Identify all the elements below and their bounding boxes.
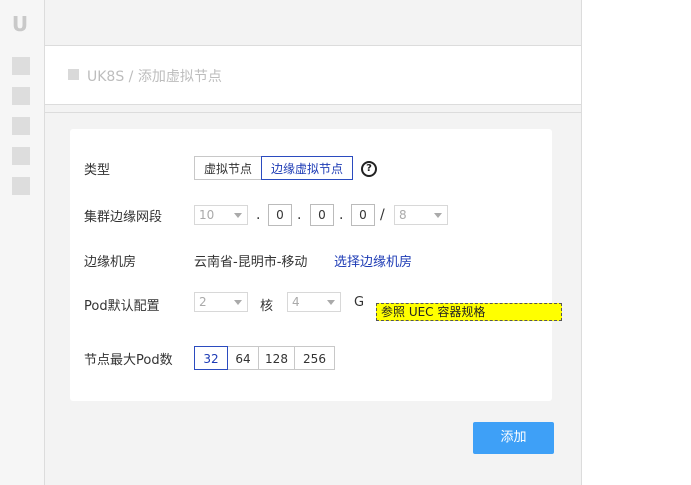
max-pods-option-128[interactable]: 128 <box>258 346 295 370</box>
max-pods-label: 节点最大Pod数 <box>84 353 173 368</box>
subnet-label: 集群边缘网段 <box>84 210 163 225</box>
divider <box>45 112 581 113</box>
subnet-octet-2-input[interactable]: 0 <box>268 204 292 226</box>
subnet-first-octet-select[interactable]: 10 <box>194 205 248 225</box>
slash-separator: / <box>380 207 385 223</box>
form-card: 类型 虚拟节点 边缘虚拟节点 ? 集群边缘网段 10 . 0 . 0 . 0 /… <box>70 129 562 401</box>
type-label: 类型 <box>84 163 111 178</box>
chevron-down-icon <box>434 213 442 218</box>
type-option-virtual-node[interactable]: 虚拟节点 <box>194 156 262 180</box>
max-pods-option-64[interactable]: 64 <box>227 346 259 370</box>
top-header <box>45 0 581 46</box>
pod-mem-value: 4 <box>292 295 300 309</box>
dot-separator: . <box>339 207 344 223</box>
subnet-mask-value: 8 <box>399 208 407 222</box>
main-area: UK8S / 添加虚拟节点 类型 虚拟节点 边缘虚拟节点 ? 集群边缘网段 10… <box>45 0 582 485</box>
sidebar-item-2[interactable] <box>12 87 30 105</box>
chevron-down-icon <box>234 213 242 218</box>
sidebar-item-1[interactable] <box>12 57 30 75</box>
chevron-down-icon <box>234 300 242 305</box>
type-option-edge-virtual-node[interactable]: 边缘虚拟节点 <box>261 156 353 180</box>
chevron-down-icon <box>327 300 335 305</box>
breadcrumb-icon <box>68 69 79 80</box>
subnet-octet-3-input[interactable]: 0 <box>310 204 334 226</box>
cpu-unit: 核 <box>260 299 274 314</box>
pod-config-label: Pod默认配置 <box>84 299 160 314</box>
sidebar: U <box>0 0 45 485</box>
mem-unit: G <box>354 295 365 310</box>
pod-cpu-select[interactable]: 2 <box>194 292 248 312</box>
sidebar-item-5[interactable] <box>12 177 30 195</box>
select-edge-room-link[interactable]: 选择边缘机房 <box>334 251 412 270</box>
sidebar-item-4[interactable] <box>12 147 30 165</box>
type-selector: 虚拟节点 边缘虚拟节点 <box>194 156 353 180</box>
pod-cpu-value: 2 <box>199 295 207 309</box>
sidebar-item-3[interactable] <box>12 117 30 135</box>
subnet-mask-select[interactable]: 8 <box>394 205 448 225</box>
pod-mem-select[interactable]: 4 <box>287 292 341 312</box>
edge-room-value: 云南省-昆明市-移动 <box>194 255 308 270</box>
breadcrumb-bar: UK8S / 添加虚拟节点 <box>45 46 581 105</box>
subnet-octet-4-input[interactable]: 0 <box>351 204 375 226</box>
max-pods-option-32[interactable]: 32 <box>194 346 228 370</box>
subnet-first-octet-value: 10 <box>199 208 215 222</box>
breadcrumb: UK8S / 添加虚拟节点 <box>87 69 222 85</box>
max-pods-selector: 32 64 128 256 <box>194 346 335 370</box>
max-pods-option-256[interactable]: 256 <box>294 346 335 370</box>
dot-separator: . <box>256 207 261 223</box>
logo[interactable]: U <box>11 12 29 36</box>
edge-room-label: 边缘机房 <box>84 255 137 270</box>
uec-spec-hint[interactable]: 参照 UEC 容器规格 <box>376 303 562 321</box>
add-button[interactable]: 添加 <box>473 422 554 454</box>
help-icon[interactable]: ? <box>361 161 377 177</box>
dot-separator: . <box>297 207 302 223</box>
